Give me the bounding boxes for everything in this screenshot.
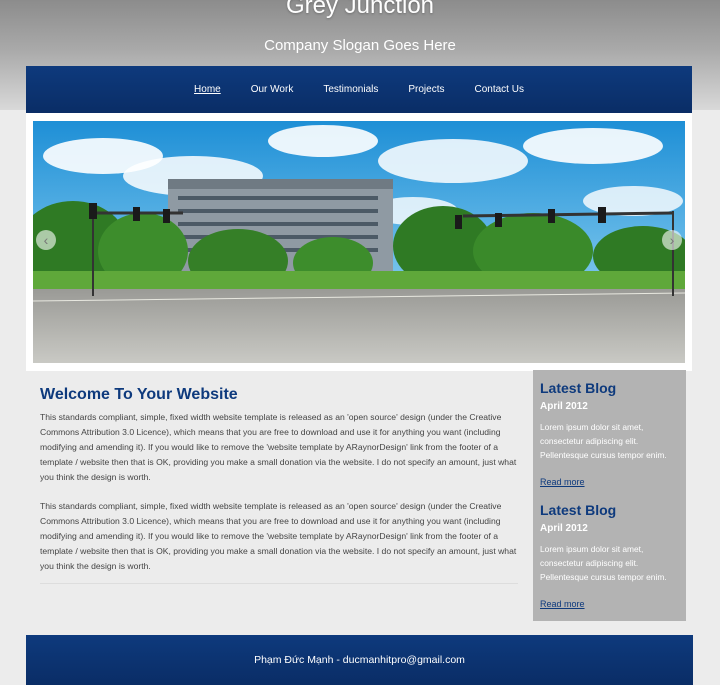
site-title: Grey Junction	[285, 0, 435, 19]
nav-item-contact-us[interactable]: Contact Us	[474, 84, 523, 95]
sidebar: Latest Blog April 2012 Lorem ipsum dolor…	[533, 370, 686, 621]
blog-excerpt: Lorem ipsum dolor sit amet, consectetur …	[540, 422, 667, 460]
blog-excerpt: Lorem ipsum dolor sit amet, consectetur …	[540, 544, 667, 582]
blog-title: Latest Blog	[540, 380, 617, 396]
footer: Phạm Đức Mạnh - ducmanhitpro@gmail.com	[26, 635, 693, 685]
nav-item-projects[interactable]: Projects	[408, 84, 444, 95]
content-paragraph: This standards compliant, simple, fixed …	[40, 501, 517, 571]
site-slogan: Company Slogan Goes Here	[264, 37, 456, 54]
slider-image	[33, 121, 685, 363]
blog-date: April 2012	[540, 401, 588, 412]
blog-panel: Latest Blog April 2012 Lorem ipsum dolor…	[540, 380, 679, 490]
office-building-photo	[33, 121, 685, 363]
blog-date: April 2012	[540, 523, 588, 534]
content-paragraph: This standards compliant, simple, fixed …	[40, 412, 517, 482]
read-more-link[interactable]: Read more	[540, 599, 585, 609]
slider-prev-icon[interactable]: ‹	[36, 230, 56, 250]
nav-item-our-work[interactable]: Our Work	[251, 84, 294, 95]
nav-item-home[interactable]: Home	[194, 84, 221, 95]
main-nav: Home Our Work Testimonials Projects Cont…	[26, 66, 692, 113]
blog-title: Latest Blog	[540, 502, 617, 518]
blog-panel: Latest Blog April 2012 Lorem ipsum dolor…	[540, 502, 679, 612]
footer-text: Phạm Đức Mạnh - ducmanhitpro@gmail.com	[254, 654, 465, 666]
main-content: Welcome To Your Website This standards c…	[40, 386, 520, 588]
page-title: Welcome To Your Website	[40, 386, 238, 403]
read-more-link[interactable]: Read more	[540, 477, 585, 487]
nav-item-testimonials[interactable]: Testimonials	[323, 84, 378, 95]
slider-next-icon[interactable]: ›	[662, 230, 682, 250]
content-divider	[40, 583, 518, 584]
image-slider: ‹ ›	[26, 113, 692, 371]
